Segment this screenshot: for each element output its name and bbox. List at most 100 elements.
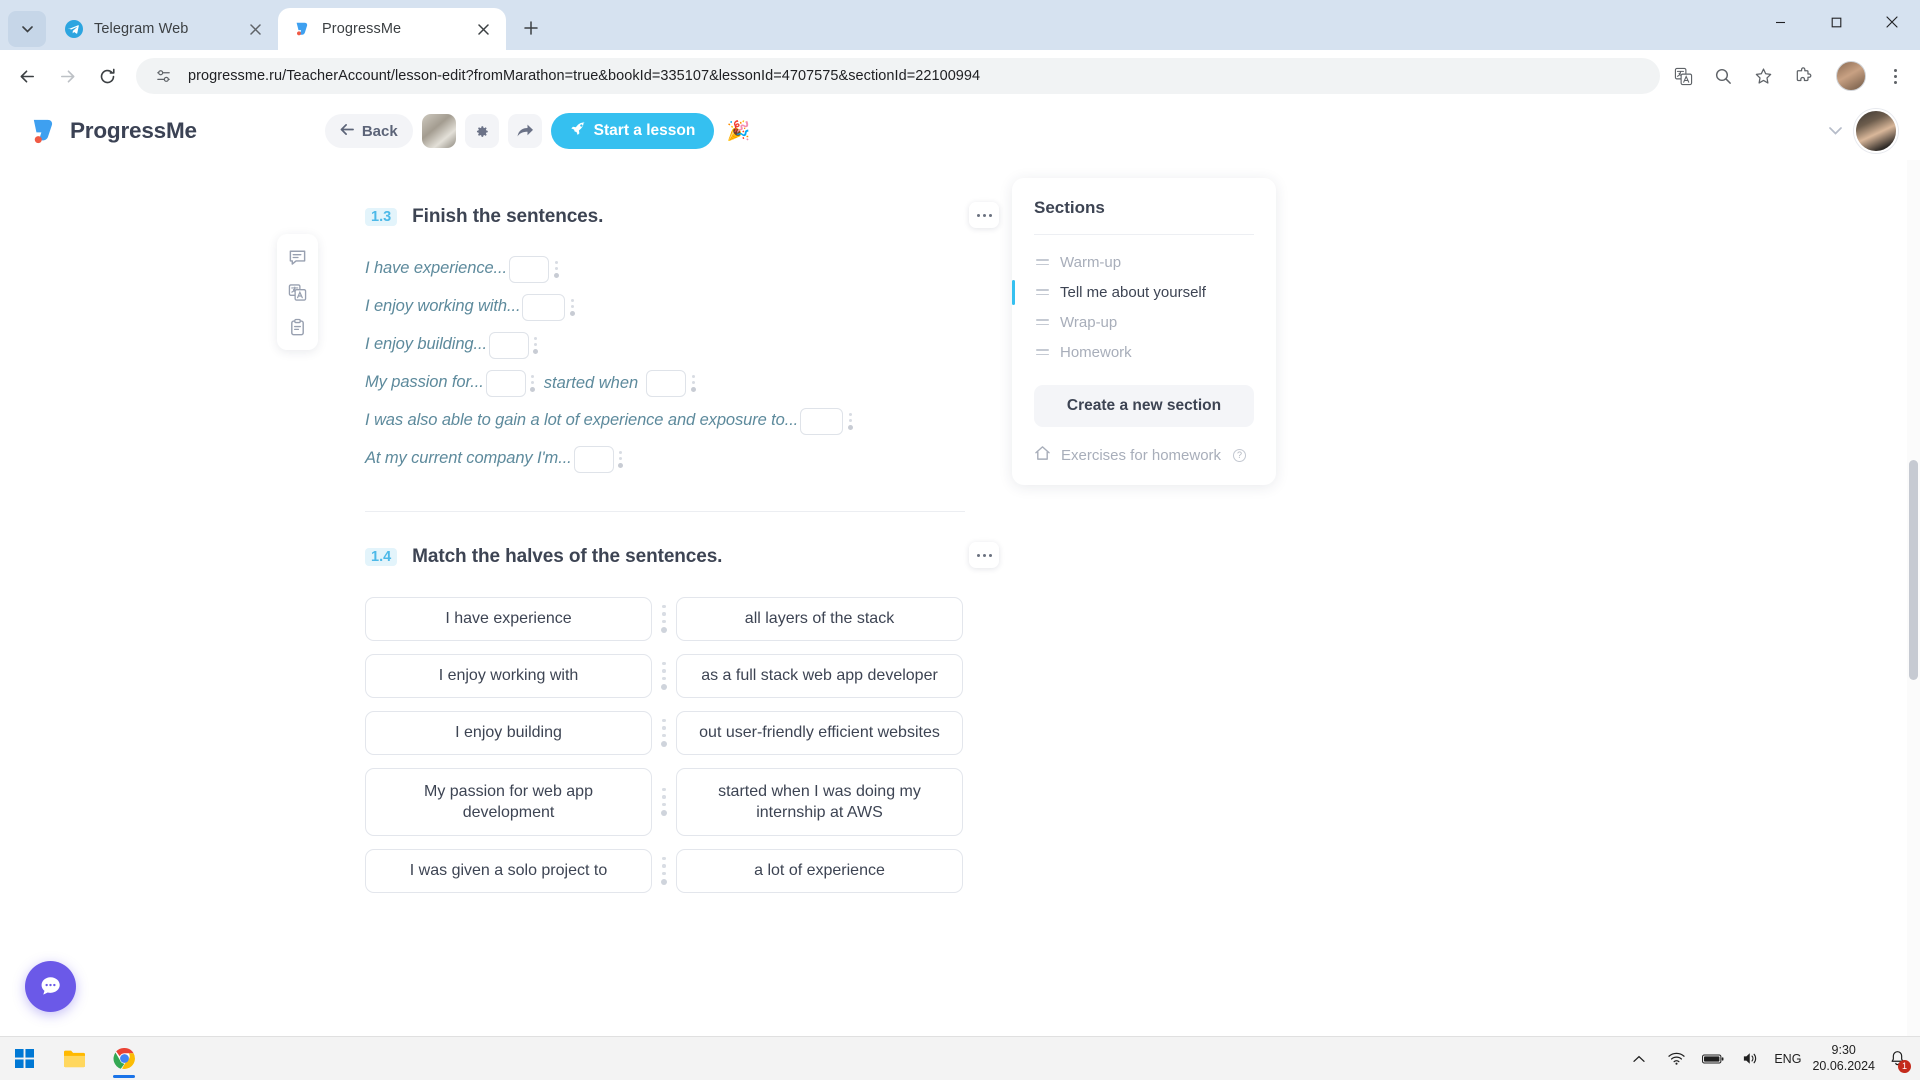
drag-handle-icon[interactable]	[531, 333, 541, 357]
notification-center-icon[interactable]: 1	[1886, 1048, 1908, 1070]
drag-handle-icon[interactable]	[1036, 349, 1049, 355]
file-explorer-icon[interactable]	[50, 1038, 98, 1080]
volume-icon[interactable]	[1737, 1046, 1763, 1072]
drag-handle-icon[interactable]	[688, 371, 698, 395]
address-bar[interactable]: progressme.ru/TeacherAccount/lesson-edit…	[136, 58, 1660, 94]
chrome-icon[interactable]	[100, 1038, 148, 1080]
new-tab-button[interactable]	[514, 11, 548, 45]
drag-handle-icon[interactable]	[652, 711, 676, 755]
wifi-icon[interactable]	[1663, 1046, 1689, 1072]
back-button[interactable]: Back	[325, 114, 413, 148]
profile-avatar[interactable]	[1836, 61, 1866, 91]
clock[interactable]: 9:30 20.06.2024	[1812, 1043, 1875, 1074]
question-mark-icon[interactable]: ?	[1233, 449, 1246, 462]
forward-button[interactable]	[48, 57, 86, 95]
browser-menu-kebab-icon[interactable]	[1880, 59, 1910, 93]
sidebar-item-wrap-up[interactable]: Wrap-up	[1034, 307, 1254, 337]
answer-gap-input[interactable]	[486, 370, 526, 397]
battery-icon[interactable]	[1700, 1046, 1726, 1072]
browser-toolbar: progressme.ru/TeacherAccount/lesson-edit…	[0, 50, 1920, 102]
comment-icon[interactable]	[284, 243, 312, 271]
extensions-icon[interactable]	[1790, 63, 1816, 89]
match-left-box[interactable]: I enjoy building	[365, 711, 652, 755]
match-left-box[interactable]: I was given a solo project to	[365, 849, 652, 893]
drag-handle-icon[interactable]	[551, 257, 561, 281]
page-viewport: ProgressMe Back	[0, 102, 1920, 1036]
match-right-box[interactable]: all layers of the stack	[676, 597, 963, 641]
sidebar-item-warm-up[interactable]: Warm-up	[1034, 247, 1254, 277]
exercise-options-ellipsis-icon[interactable]	[969, 202, 999, 228]
telegram-icon	[64, 19, 84, 39]
answer-gap-input[interactable]	[489, 332, 529, 359]
match-right-box[interactable]: a lot of experience	[676, 849, 963, 893]
sentence-text: I enjoy building...	[365, 335, 487, 355]
system-tray: ENG 9:30 20.06.2024 1	[1626, 1043, 1916, 1074]
sidebar-item-homework[interactable]: Homework	[1034, 337, 1254, 367]
match-left-box[interactable]: I have experience	[365, 597, 652, 641]
tab-title: Telegram Web	[94, 21, 232, 37]
translate-icon[interactable]	[284, 278, 312, 306]
sentence-text: started when	[544, 374, 638, 393]
drag-handle-icon[interactable]	[652, 597, 676, 641]
create-new-section-button[interactable]: Create a new section	[1034, 385, 1254, 427]
start-lesson-button[interactable]: Start a lesson	[551, 113, 715, 149]
answer-gap-input[interactable]	[800, 408, 843, 435]
exercises-for-homework-row[interactable]: Exercises for homework ?	[1034, 445, 1254, 465]
drag-handle-icon[interactable]	[616, 447, 626, 471]
browser-tab-telegram[interactable]: Telegram Web	[50, 8, 278, 50]
tab-close-icon[interactable]	[242, 16, 268, 42]
reload-button[interactable]	[88, 57, 126, 95]
window-minimize-button[interactable]	[1752, 0, 1808, 44]
exercise-title: Match the halves of the sentences.	[412, 546, 722, 568]
drag-handle-icon[interactable]	[567, 295, 577, 319]
clipboard-icon[interactable]	[284, 313, 312, 341]
answer-gap-input[interactable]	[509, 256, 549, 283]
answer-gap-input[interactable]	[522, 294, 565, 321]
match-right-box[interactable]: as a full stack web app developer	[676, 654, 963, 698]
drag-handle-icon[interactable]	[845, 409, 855, 433]
drag-handle-icon[interactable]	[652, 849, 676, 893]
chevron-down-icon[interactable]	[1829, 124, 1842, 138]
back-button[interactable]	[8, 57, 46, 95]
window-close-button[interactable]	[1864, 0, 1920, 44]
sections-title: Sections	[1034, 198, 1254, 218]
match-right-box[interactable]: started when I was doing my internship a…	[676, 768, 963, 836]
browser-tab-progressme[interactable]: ProgressMe	[278, 8, 506, 50]
match-left-box[interactable]: My passion for web app development	[365, 768, 652, 836]
drag-handle-icon[interactable]	[1036, 289, 1049, 295]
drag-handle-icon[interactable]	[528, 371, 538, 395]
translate-icon[interactable]	[1670, 63, 1696, 89]
answer-gap-input[interactable]	[646, 370, 686, 397]
gift-icon[interactable]: 🎉	[723, 116, 753, 146]
window-maximize-button[interactable]	[1808, 0, 1864, 44]
drag-handle-icon[interactable]	[1036, 319, 1049, 325]
tab-title: ProgressMe	[322, 21, 460, 37]
language-indicator[interactable]: ENG	[1774, 1052, 1801, 1066]
brand[interactable]: ProgressMe	[28, 116, 197, 147]
show-hidden-icons-chevron-icon[interactable]	[1626, 1046, 1652, 1072]
site-settings-tune-icon[interactable]	[150, 63, 176, 89]
match-left-box[interactable]: I enjoy working with	[365, 654, 652, 698]
exercise-options-ellipsis-icon[interactable]	[969, 542, 999, 568]
header-right	[1829, 109, 1898, 153]
url-text[interactable]: progressme.ru/TeacherAccount/lesson-edit…	[188, 68, 1646, 84]
drag-handle-icon[interactable]	[1036, 259, 1049, 265]
user-avatar[interactable]	[1854, 109, 1898, 153]
page-scrollbar[interactable]	[1907, 160, 1920, 1036]
answer-gap-input[interactable]	[574, 446, 614, 473]
share-arrow-icon[interactable]	[508, 114, 542, 148]
windows-start-icon[interactable]	[0, 1038, 48, 1080]
tab-search-chevron-icon[interactable]	[8, 11, 46, 47]
chat-bubble-button[interactable]	[25, 961, 76, 1012]
drag-handle-icon[interactable]	[652, 654, 676, 698]
drag-handle-icon[interactable]	[652, 768, 676, 836]
zoom-icon[interactable]	[1710, 63, 1736, 89]
scrollbar-thumb[interactable]	[1909, 460, 1918, 680]
bookmark-star-icon[interactable]	[1750, 63, 1776, 89]
sidebar-item-tell-me-about-yourself[interactable]: Tell me about yourself	[1034, 277, 1254, 307]
tab-close-icon[interactable]	[470, 16, 496, 42]
lesson-thumbnail[interactable]	[422, 114, 456, 148]
progressme-icon	[292, 19, 312, 39]
match-right-box[interactable]: out user-friendly efficient websites	[676, 711, 963, 755]
gear-icon[interactable]	[465, 114, 499, 148]
